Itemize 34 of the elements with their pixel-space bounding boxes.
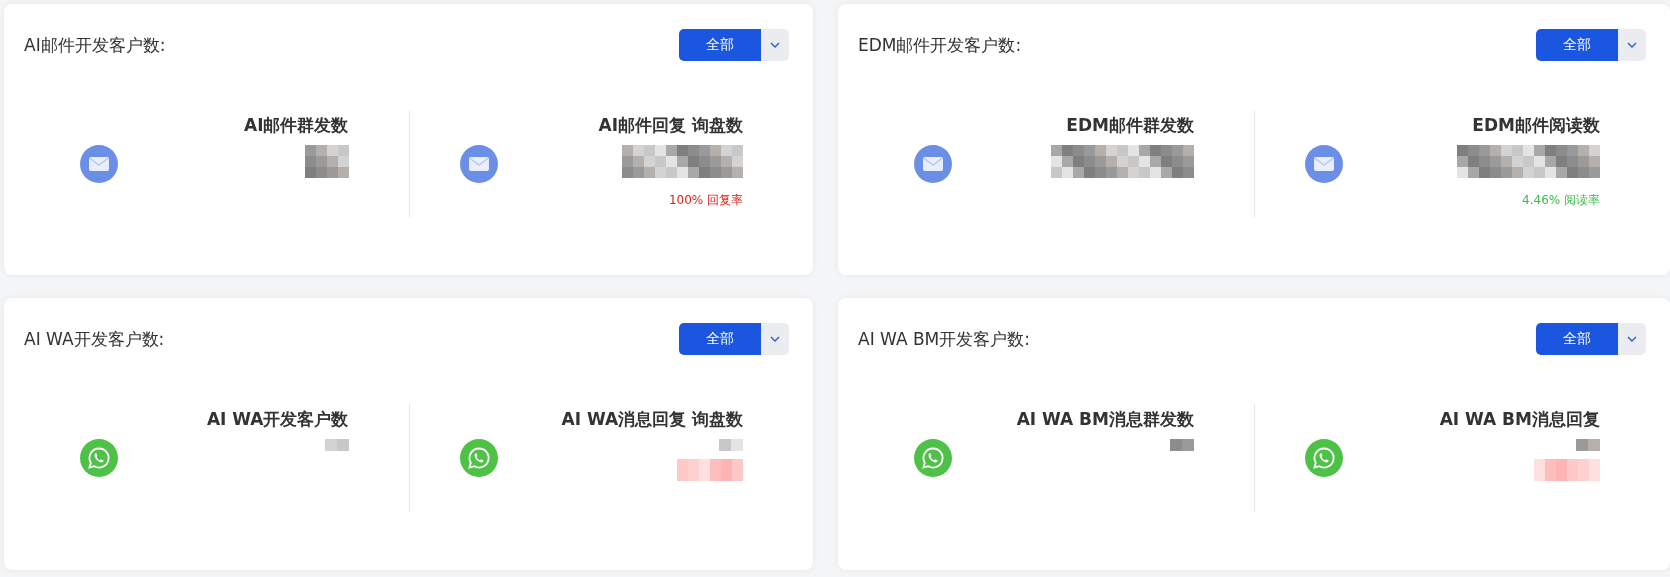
whatsapp-icon (914, 439, 952, 477)
mail-icon (914, 145, 952, 183)
whatsapp-icon (80, 439, 118, 477)
stat-label: EDM邮件群发数 (1066, 114, 1194, 137)
mail-icon (459, 145, 498, 183)
dropdown-caret-button[interactable] (1618, 323, 1646, 355)
mail-icon (80, 145, 118, 183)
dropdown-caret-button[interactable] (761, 29, 789, 61)
caret-icon (1627, 42, 1637, 48)
caret-icon (770, 42, 780, 48)
caret-icon (770, 336, 780, 342)
stat-label: AI WA BM消息群发数 (1016, 408, 1194, 431)
stat-label: AI邮件群发数 (244, 114, 349, 137)
stat-label: EDM邮件阅读数 (1472, 114, 1600, 137)
filter-button[interactable]: 全部 (1536, 29, 1618, 61)
filter-button[interactable]: 全部 (679, 29, 761, 61)
card-title: AI邮件开发客户数: (24, 33, 166, 57)
dropdown-caret-button[interactable] (1618, 29, 1646, 61)
card-title: EDM邮件开发客户数: (858, 33, 1022, 57)
stat-label: AI WA BM消息回复 (1439, 408, 1600, 431)
caret-icon (1627, 336, 1637, 342)
stat-label: AI WA开发客户数 (206, 408, 349, 431)
whatsapp-icon (459, 439, 498, 477)
mail-icon (1305, 145, 1343, 183)
card-title: AI WA开发客户数: (24, 327, 165, 351)
stat-label: AI邮件回复 询盘数 (598, 114, 743, 137)
rate-text: 4.46% 阅读率 (1522, 192, 1600, 209)
rate-text: 100% 回复率 (668, 192, 743, 209)
whatsapp-icon (1305, 439, 1343, 477)
stat-label: AI WA消息回复 询盘数 (561, 408, 743, 431)
filter-button[interactable]: 全部 (1536, 323, 1618, 355)
filter-button[interactable]: 全部 (679, 323, 761, 355)
dropdown-caret-button[interactable] (761, 323, 789, 355)
card-title: AI WA BM开发客户数: (858, 327, 1031, 351)
